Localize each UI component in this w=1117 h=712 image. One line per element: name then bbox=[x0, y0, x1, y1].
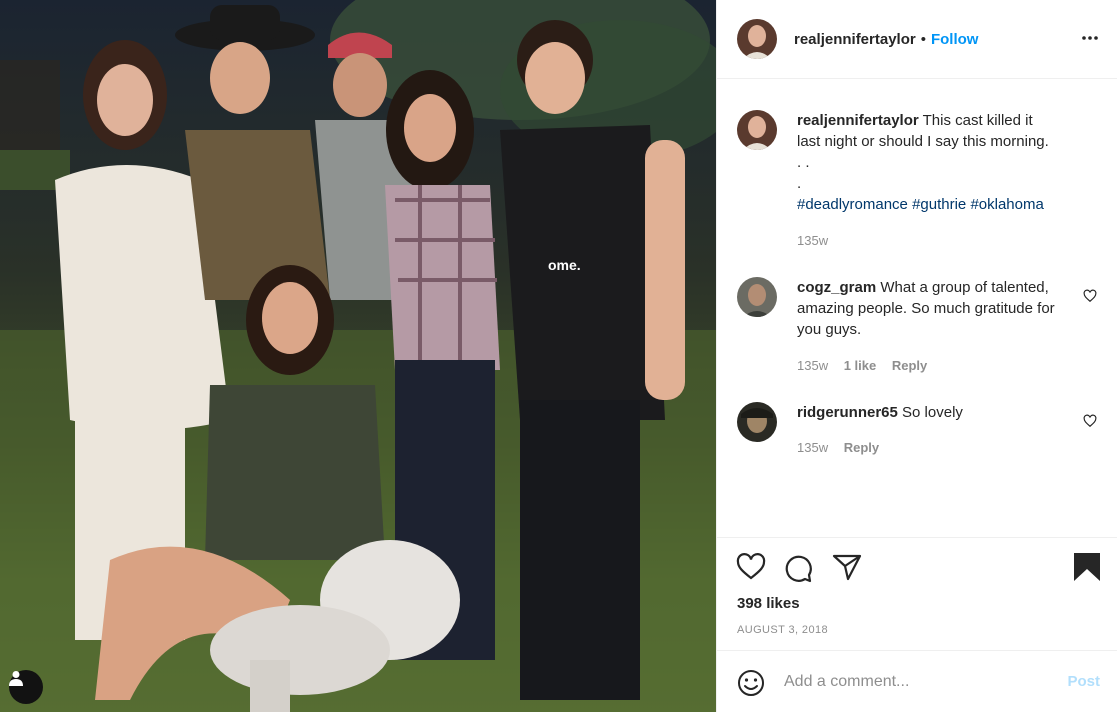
comment-timestamp[interactable]: 135w bbox=[797, 440, 828, 455]
comment-body: cogz_gram What a group of talented, amaz… bbox=[797, 277, 1062, 340]
avatar[interactable] bbox=[737, 19, 777, 59]
caption-text: This cast killed it bbox=[922, 112, 1033, 129]
post-header: realjennifertaylor • Follow bbox=[717, 0, 1117, 79]
avatar[interactable] bbox=[737, 402, 777, 442]
caption-text: . . bbox=[797, 154, 810, 171]
post-username[interactable]: realjennifertaylor bbox=[794, 31, 916, 48]
post-comment-button[interactable]: Post bbox=[1067, 673, 1100, 690]
caption-username[interactable]: realjennifertaylor bbox=[797, 112, 919, 129]
more-options-button[interactable] bbox=[1080, 28, 1100, 53]
emoji-button[interactable] bbox=[737, 669, 765, 702]
caption-hashtags[interactable]: #deadlyromance #guthrie #oklahoma bbox=[797, 196, 1044, 213]
reply-button[interactable]: Reply bbox=[892, 358, 927, 373]
caption: realjennifertaylor This cast killed it l… bbox=[737, 110, 1097, 250]
follow-button[interactable]: Follow bbox=[931, 31, 979, 48]
heart-icon bbox=[736, 553, 766, 580]
caption-timestamp[interactable]: 135w bbox=[797, 233, 828, 248]
heart-outline-icon bbox=[1083, 414, 1097, 428]
comment-item: ridgerunner65 So lovely 135w Reply bbox=[737, 402, 1097, 472]
caption-text: last night or should I say this morning. bbox=[797, 133, 1049, 150]
heart-outline-icon bbox=[1083, 289, 1097, 303]
bookmark-icon bbox=[1074, 553, 1100, 581]
share-button[interactable] bbox=[832, 553, 862, 586]
shirt-print-text: ome. bbox=[548, 257, 581, 273]
group-photo-illustration: ome. bbox=[0, 0, 716, 712]
comment-item: cogz_gram What a group of talented, amaz… bbox=[737, 277, 1097, 377]
avatar[interactable] bbox=[737, 277, 777, 317]
comment-meta: 135w Reply bbox=[797, 440, 891, 455]
comment-icon bbox=[785, 555, 812, 583]
post-date[interactable]: AUGUST 3, 2018 bbox=[737, 624, 828, 636]
comment-body: ridgerunner65 So lovely bbox=[797, 402, 1062, 423]
like-comment-button[interactable] bbox=[1083, 289, 1097, 308]
like-comment-button[interactable] bbox=[1083, 414, 1097, 433]
like-button[interactable] bbox=[736, 553, 766, 586]
comment-meta: 135w 1 like Reply bbox=[797, 358, 939, 373]
comment-input[interactable] bbox=[784, 670, 1044, 694]
comment-timestamp[interactable]: 135w bbox=[797, 358, 828, 373]
caption-text: . bbox=[797, 175, 802, 192]
add-comment-bar: Post bbox=[717, 650, 1117, 712]
emoji-icon bbox=[738, 670, 764, 696]
more-horizontal-icon bbox=[1082, 36, 1098, 40]
comments-list[interactable]: realjennifertaylor This cast killed it l… bbox=[717, 80, 1117, 536]
share-icon bbox=[832, 554, 862, 581]
tagged-users-button[interactable] bbox=[9, 670, 43, 704]
post-photo[interactable]: ome. bbox=[0, 0, 716, 712]
comment-username[interactable]: cogz_gram bbox=[797, 279, 876, 296]
post-actions: 398 likes AUGUST 3, 2018 bbox=[717, 537, 1117, 650]
save-button[interactable] bbox=[1073, 552, 1101, 587]
likes-count[interactable]: 398 likes bbox=[737, 595, 800, 612]
comment-likes[interactable]: 1 like bbox=[844, 358, 877, 373]
post-side-panel: realjennifertaylor • Follow realjennifer… bbox=[716, 0, 1117, 712]
comment-username[interactable]: ridgerunner65 bbox=[797, 404, 898, 421]
comment-text: So lovely bbox=[902, 404, 963, 421]
avatar[interactable] bbox=[737, 110, 777, 150]
user-icon bbox=[9, 671, 23, 686]
caption-body: realjennifertaylor This cast killed it l… bbox=[797, 110, 1087, 215]
separator-dot: • bbox=[920, 30, 926, 48]
comment-button[interactable] bbox=[783, 553, 813, 588]
caption-meta: 135w bbox=[797, 233, 840, 248]
reply-button[interactable]: Reply bbox=[844, 440, 879, 455]
